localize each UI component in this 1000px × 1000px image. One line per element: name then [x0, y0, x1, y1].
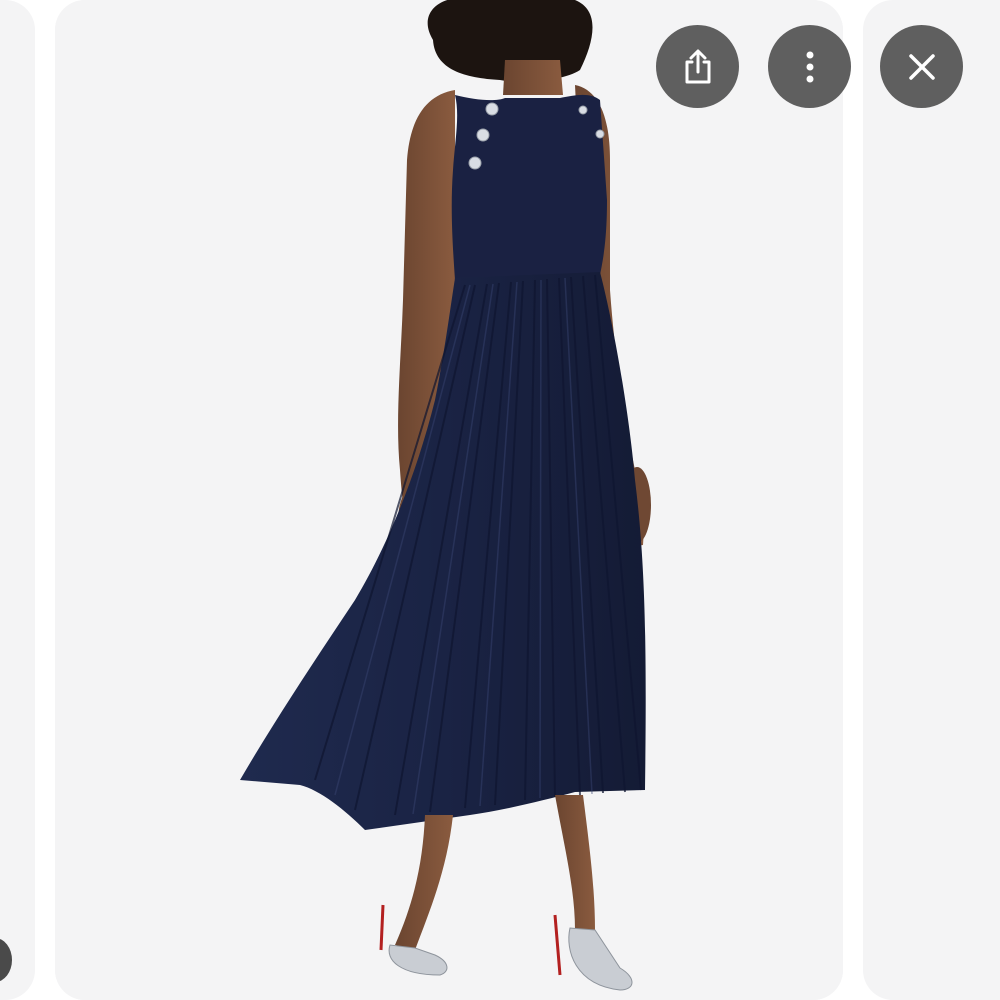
next-image-card[interactable]	[863, 0, 1000, 1000]
product-image	[55, 0, 843, 1000]
share-icon	[681, 48, 715, 86]
share-button[interactable]	[656, 25, 739, 108]
close-icon	[908, 53, 936, 81]
close-button[interactable]	[880, 25, 963, 108]
more-vertical-icon	[805, 51, 815, 83]
image-viewer-card	[55, 0, 843, 1000]
previous-image-card[interactable]	[0, 0, 35, 1000]
more-options-button[interactable]	[768, 25, 851, 108]
